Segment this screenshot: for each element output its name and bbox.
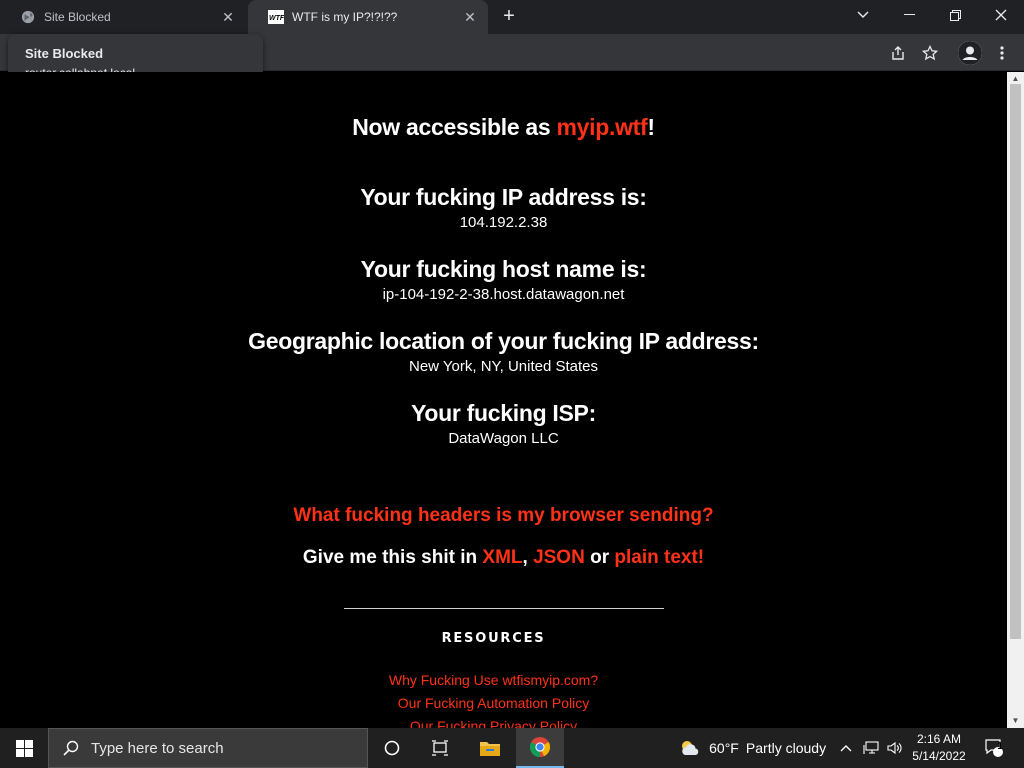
- tab-site-blocked[interactable]: Site Blocked ✕: [0, 0, 246, 34]
- wtf-favicon-icon: WTF: [268, 9, 284, 25]
- close-window-button[interactable]: [978, 0, 1024, 30]
- cortana-circle-icon: [384, 740, 400, 756]
- chrome-icon: [529, 737, 551, 758]
- search-icon: [63, 740, 79, 756]
- geo-heading: Geographic location of your fucking IP a…: [248, 328, 759, 354]
- folder-icon: [480, 742, 500, 756]
- close-icon[interactable]: ✕: [220, 9, 236, 25]
- banner: Now accessible as myip.wtf!: [0, 114, 1007, 141]
- ip-value: 104.192.2.38: [459, 214, 548, 231]
- resource-link[interactable]: Why Fucking Use wtfismyip.com?: [0, 672, 997, 688]
- new-tab-button[interactable]: +: [498, 6, 520, 28]
- tab-strip: Site Blocked ✕ WTF WTF is my IP?!?!?? ✕ …: [0, 0, 1024, 34]
- more-menu-icon[interactable]: [991, 42, 1013, 64]
- isp-heading: Your fucking ISP:: [411, 400, 596, 426]
- tab-title: Site Blocked: [44, 10, 111, 24]
- clock-time: 2:16 AM: [916, 732, 962, 746]
- geo-value: New York, NY, United States: [409, 358, 598, 375]
- windows-logo-icon: [15, 739, 33, 757]
- svg-text:WTF: WTF: [269, 15, 284, 22]
- network-icon[interactable]: [860, 728, 882, 768]
- notification-center-icon[interactable]: 1: [978, 728, 1010, 768]
- tab-title: WTF is my IP?!?!??: [292, 10, 398, 24]
- resource-link[interactable]: Our Fucking Automation Policy: [0, 695, 997, 711]
- hover-card-title: Site Blocked: [25, 46, 104, 61]
- tab-search-icon[interactable]: [840, 0, 886, 30]
- task-view-icon: [432, 740, 448, 756]
- restore-button[interactable]: [932, 0, 978, 30]
- clock-date: 5/14/2022: [912, 749, 966, 763]
- host-value: ip-104-192-2-38.host.datawagon.net: [382, 286, 625, 303]
- formats-sep: ,: [522, 547, 534, 568]
- formats-line: Give me this shit in XML, JSON or plain …: [0, 547, 1007, 569]
- formats-sep: or: [584, 547, 615, 568]
- cortana-button[interactable]: [372, 728, 412, 768]
- banner-suffix: !: [647, 114, 655, 140]
- profile-avatar-icon[interactable]: [958, 41, 982, 65]
- scroll-up-icon[interactable]: ▲: [1011, 74, 1020, 83]
- file-explorer-button[interactable]: [468, 728, 512, 768]
- system-clock[interactable]: 2:16 AM 5/14/2022: [906, 731, 972, 765]
- ip-heading: Your fucking IP address is:: [360, 184, 647, 210]
- globe-icon: [20, 9, 36, 25]
- notification-count: 1: [997, 741, 1003, 752]
- resources-title: RESOURCES: [441, 631, 546, 646]
- share-icon[interactable]: [887, 42, 909, 64]
- start-button[interactable]: [0, 728, 48, 768]
- volume-icon[interactable]: [884, 728, 906, 768]
- taskbar: Type here to search 60°F Partly cloudy 2…: [0, 728, 1024, 768]
- taskbar-search-box[interactable]: Type here to search: [48, 728, 368, 768]
- resource-link[interactable]: Our Fucking Privacy Policy: [0, 718, 997, 728]
- search-placeholder: Type here to search: [91, 739, 224, 757]
- headers-link[interactable]: What fucking headers is my browser sendi…: [0, 505, 1007, 527]
- json-link[interactable]: JSON: [533, 547, 585, 568]
- myip-wtf-link[interactable]: myip.wtf: [557, 114, 648, 140]
- formats-prefix: Give me this shit in: [302, 547, 483, 568]
- host-heading: Your fucking host name is:: [360, 256, 647, 282]
- plain-text-link[interactable]: plain text!: [614, 547, 704, 568]
- xml-link[interactable]: XML: [482, 547, 522, 568]
- bookmark-star-icon[interactable]: [919, 42, 941, 64]
- weather-desc[interactable]: Partly cloudy: [744, 728, 828, 768]
- page-content: Now accessible as myip.wtf! Your fucking…: [0, 72, 1007, 728]
- chevron-up-icon[interactable]: [836, 728, 856, 768]
- minimize-button[interactable]: [886, 0, 932, 30]
- isp-value: DataWagon LLC: [448, 430, 559, 447]
- weather-partly-cloudy-icon[interactable]: [676, 728, 704, 768]
- weather-temp[interactable]: 60°F: [708, 728, 740, 768]
- scrollbar-thumb[interactable]: [1010, 84, 1021, 639]
- divider: [344, 608, 664, 609]
- headers-link-text[interactable]: What fucking headers is my browser sendi…: [293, 505, 713, 526]
- scroll-down-icon[interactable]: ▼: [1011, 716, 1020, 725]
- chrome-taskbar-button[interactable]: [516, 728, 564, 768]
- close-icon[interactable]: ✕: [462, 9, 478, 25]
- tab-wtf-is-my-ip[interactable]: WTF WTF is my IP?!?!?? ✕: [248, 0, 488, 34]
- task-view-button[interactable]: [420, 728, 460, 768]
- vertical-scrollbar[interactable]: ▲ ▼: [1007, 72, 1024, 728]
- banner-prefix: Now accessible as: [352, 114, 557, 140]
